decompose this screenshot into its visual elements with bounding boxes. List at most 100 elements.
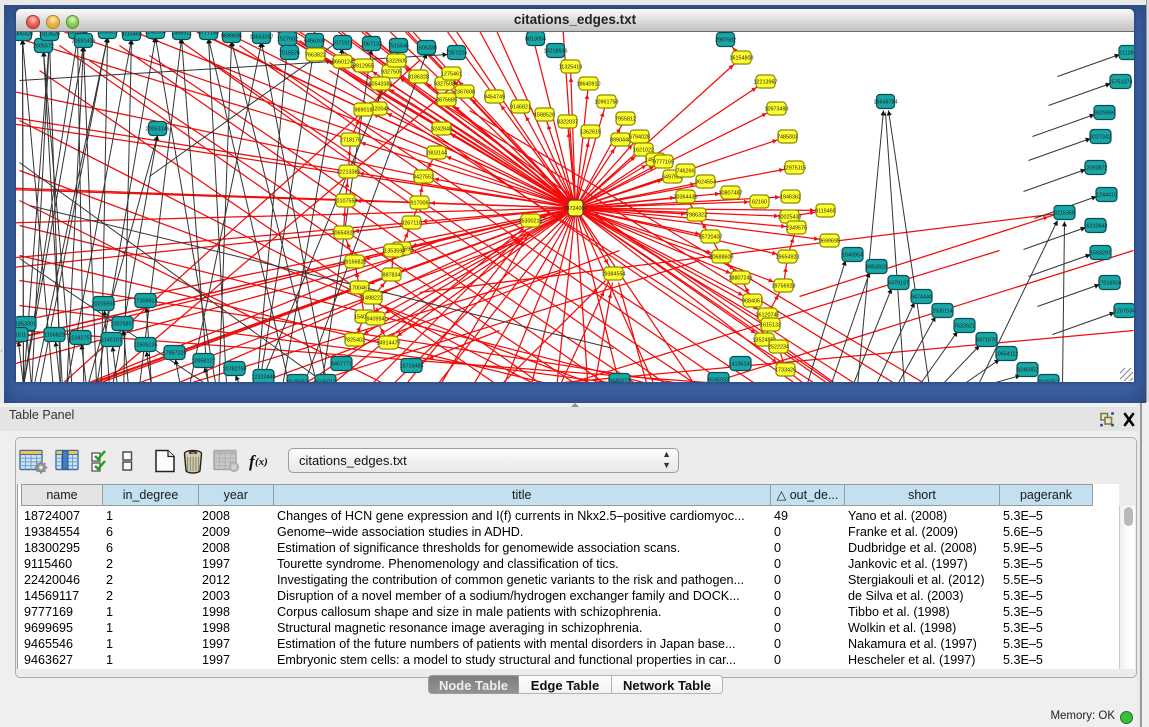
svg-text:1906420: 1906420 (16, 32, 33, 37)
svg-text:1853001: 1853001 (16, 321, 36, 327)
svg-text:10107554: 10107554 (334, 198, 358, 204)
svg-text:8660124: 8660124 (332, 59, 353, 65)
svg-text:10075857: 10075857 (111, 321, 135, 327)
svg-text:1588520: 1588520 (534, 112, 555, 118)
svg-text:12342757: 12342757 (69, 335, 93, 341)
svg-text:11325419: 11325419 (559, 64, 583, 70)
svg-text:10958127: 10958127 (192, 358, 216, 364)
svg-text:18640910: 18640910 (577, 81, 601, 87)
svg-text:2367608: 2367608 (454, 89, 475, 95)
svg-text:746266: 746266 (677, 168, 695, 174)
svg-text:6794028: 6794028 (629, 134, 650, 140)
svg-text:1071911: 1071911 (332, 40, 353, 46)
svg-text:1244415: 1244415 (1096, 192, 1117, 198)
svg-text:1527602: 1527602 (277, 36, 298, 42)
svg-text:9115460: 9115460 (121, 32, 142, 37)
svg-text:9146821: 9146821 (510, 104, 531, 110)
svg-text:3624554: 3624554 (695, 179, 716, 185)
svg-text:19218506: 19218506 (544, 48, 568, 54)
svg-text:7632621: 7632621 (954, 323, 975, 329)
svg-text:9084067: 9084067 (742, 298, 763, 304)
svg-text:25300215: 25300215 (519, 218, 543, 224)
svg-text:1850029: 1850029 (97, 32, 118, 35)
svg-text:5322605: 5322605 (386, 58, 407, 64)
svg-text:7663822: 7663822 (305, 52, 326, 58)
svg-text:7515526: 7515526 (279, 50, 300, 56)
svg-text:10654112: 10654112 (995, 351, 1019, 357)
svg-text:19756928: 19756928 (772, 283, 796, 289)
svg-text:7485003: 7485003 (777, 134, 798, 140)
svg-text:1456911: 1456911 (171, 32, 192, 36)
svg-text:10961758: 10961758 (595, 99, 619, 105)
svg-text:19654923: 19654923 (776, 254, 800, 260)
svg-text:20053346: 20053346 (146, 126, 170, 132)
svg-text:1913520: 1913520 (39, 32, 60, 37)
svg-text:2522234: 2522234 (768, 344, 789, 350)
svg-text:9457771: 9457771 (331, 361, 352, 367)
svg-text:1946362: 1946362 (780, 194, 801, 200)
svg-text:10807487: 10807487 (719, 190, 743, 196)
svg-text:989018: 989018 (355, 107, 373, 113)
svg-text:1156829: 1156829 (44, 332, 65, 338)
svg-text:19166825: 19166825 (343, 259, 367, 265)
svg-text:18724007: 18724007 (564, 205, 588, 211)
svg-text:1275461: 1275461 (441, 71, 462, 77)
svg-text:1498222: 1498222 (362, 295, 383, 301)
svg-text:9474444: 9474444 (911, 294, 932, 300)
svg-text:62160: 62160 (752, 199, 767, 205)
svg-text:8471676: 8471676 (976, 337, 997, 343)
svg-text:17359924: 17359924 (134, 298, 158, 304)
svg-text:3875685: 3875685 (436, 97, 457, 103)
svg-text:14914479: 14914479 (377, 340, 401, 346)
svg-text:1145191: 1145191 (101, 337, 122, 343)
svg-text:11353594: 11353594 (382, 248, 406, 254)
svg-text:8322037: 8322037 (557, 119, 578, 125)
svg-text:2349575: 2349575 (786, 225, 807, 231)
svg-text:9115460: 9115460 (815, 208, 836, 214)
svg-text:2242004: 2242004 (145, 32, 166, 35)
svg-text:8186328: 8186328 (408, 74, 429, 80)
svg-text:10688609: 10688609 (710, 254, 734, 260)
svg-text:7986322: 7986322 (686, 212, 707, 218)
svg-text:15716485: 15716485 (400, 363, 424, 369)
svg-text:12975115: 12975115 (783, 165, 807, 171)
svg-text:20364436: 20364436 (674, 194, 698, 200)
svg-text:9699695: 9699695 (221, 33, 242, 39)
svg-text:12213389: 12213389 (337, 169, 361, 175)
svg-text:7825402: 7825402 (344, 337, 365, 343)
svg-text:9245032: 9245032 (708, 377, 729, 382)
svg-text:1733426: 1733426 (775, 367, 796, 373)
svg-text:7955812: 7955812 (615, 116, 636, 122)
svg-text:20206555: 20206555 (92, 301, 116, 307)
svg-text:9777169: 9777169 (653, 159, 674, 165)
svg-text:16154808: 16154808 (730, 55, 754, 61)
svg-text:10653267: 10653267 (250, 34, 274, 40)
svg-text:2718176: 2718176 (340, 137, 361, 143)
svg-text:16210643: 16210643 (1084, 223, 1108, 229)
svg-text:1067133: 1067133 (361, 41, 382, 47)
svg-text:17016504: 17016504 (1098, 280, 1122, 286)
svg-text:1615132: 1615132 (760, 322, 781, 328)
svg-text:19384554: 19384554 (602, 271, 626, 277)
svg-text:8267110: 8267110 (401, 220, 422, 226)
svg-text:8245012: 8245012 (315, 379, 336, 382)
svg-text:8953923: 8953923 (866, 264, 887, 270)
svg-text:12505135: 12505135 (134, 342, 158, 348)
svg-text:940994: 940994 (367, 316, 385, 322)
svg-text:391511: 391511 (16, 332, 26, 338)
svg-text:9227342: 9227342 (1090, 134, 1111, 140)
svg-text:12323448: 12323448 (252, 374, 276, 380)
svg-text:8912955: 8912955 (353, 63, 374, 69)
svg-text:1605338: 1605338 (416, 45, 437, 51)
svg-text:9699695: 9699695 (819, 238, 840, 244)
svg-text:2803144: 2803144 (426, 150, 447, 156)
svg-text:8813054: 8813054 (525, 36, 546, 42)
svg-text:20691406: 20691406 (72, 38, 96, 44)
svg-text:10973493: 10973493 (765, 106, 789, 112)
svg-text:1362615: 1362615 (580, 129, 601, 135)
svg-text:10782759: 10782759 (223, 366, 247, 372)
svg-text:8990448: 8990448 (610, 137, 631, 143)
svg-text:2935114: 2935114 (932, 308, 953, 314)
svg-text:16648784: 16648784 (874, 99, 898, 105)
svg-text:887834: 887834 (383, 272, 401, 278)
